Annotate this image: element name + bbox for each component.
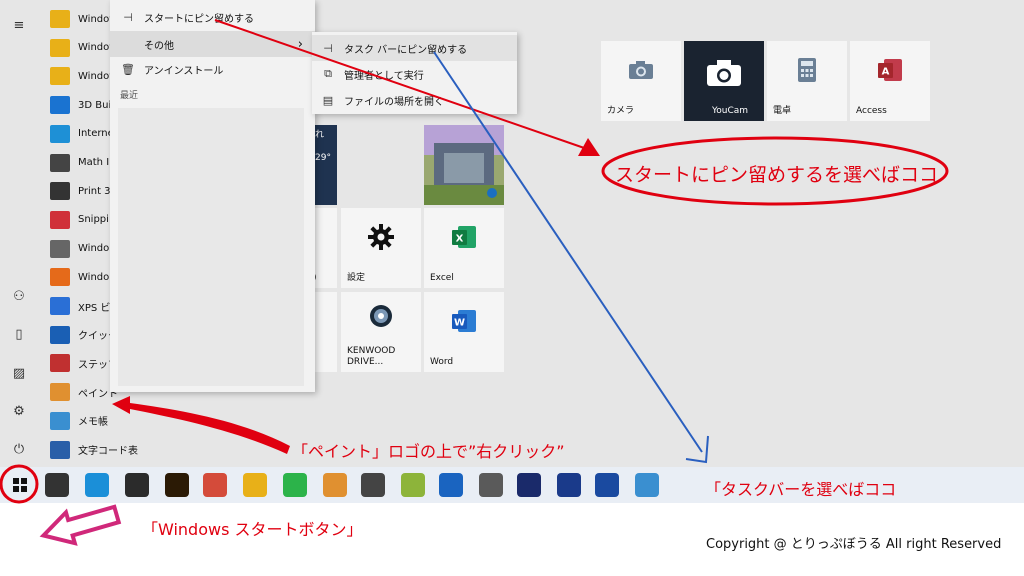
start-button-circle	[0, 464, 39, 504]
annotation-overlay	[0, 19, 949, 546]
blue-arrowhead	[685, 435, 709, 464]
highlight-ellipse	[601, 136, 949, 206]
red-pointer-line	[214, 19, 591, 151]
pink-arrow	[39, 504, 122, 546]
red-swoosh-arrow	[112, 396, 290, 454]
blue-pointer-line	[433, 51, 703, 453]
